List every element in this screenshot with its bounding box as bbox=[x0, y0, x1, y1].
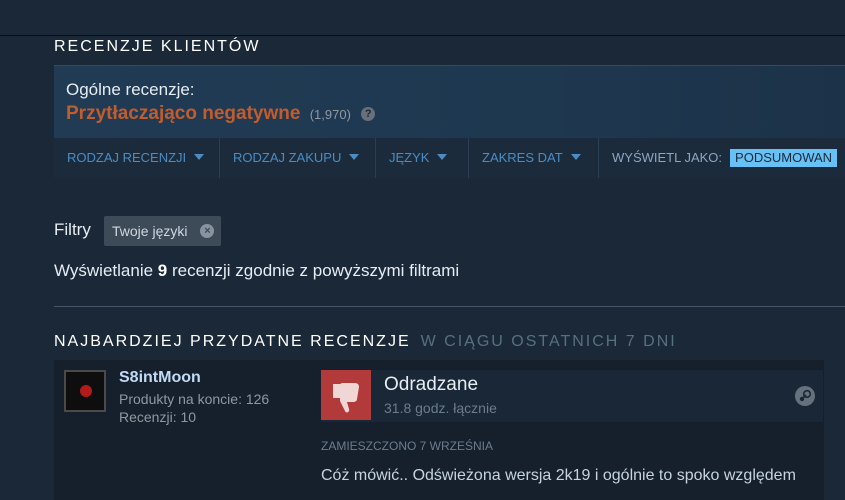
reviewer-review-count[interactable]: Recenzji: 10 bbox=[119, 409, 196, 425]
summary-rating[interactable]: Przytłaczająco negatywne (1,970) ? bbox=[66, 103, 376, 125]
filter-review-type-label: RODZAJ RECENZJI bbox=[67, 150, 187, 165]
filter-purchase-type[interactable]: RODZAJ ZAKUPU bbox=[220, 138, 376, 178]
caret-down-icon bbox=[349, 154, 360, 160]
avatar[interactable] bbox=[64, 370, 106, 412]
filter-date-range-label: ZAKRES DAT bbox=[482, 150, 563, 165]
reviewer-products[interactable]: Produkty na koncie: 126 bbox=[119, 391, 269, 407]
helpful-period: W CIĄGU OSTATNICH 7 DNI bbox=[420, 333, 677, 350]
results-count-text: Wyświetlanie 9 recenzji zgodnie z powyżs… bbox=[54, 261, 459, 281]
review-card: S8intMoon Produkty na koncie: 126 Recenz… bbox=[54, 360, 824, 500]
avatar-image bbox=[80, 385, 92, 397]
caret-down-icon bbox=[570, 154, 581, 160]
review-verdict-box[interactable]: Odradzane 31.8 godz. łącznie bbox=[321, 370, 823, 422]
results-count: 9 bbox=[157, 261, 168, 280]
rating-text[interactable]: Przytłaczająco negatywne bbox=[66, 103, 300, 124]
remove-filter-icon[interactable]: × bbox=[200, 224, 215, 238]
filter-tag-your-languages[interactable]: Twoje języki × bbox=[104, 216, 222, 246]
caret-down-icon bbox=[437, 154, 448, 160]
help-icon[interactable]: ? bbox=[361, 107, 376, 121]
results-suffix: recenzji zgodnie z powyższymi filtrami bbox=[171, 261, 460, 280]
review-summary: Ogólne recenzje: Przytłaczająco negatywn… bbox=[54, 65, 845, 138]
review-verdict: Odradzane bbox=[384, 374, 479, 395]
filter-date-range[interactable]: ZAKRES DAT bbox=[469, 138, 599, 178]
caret-down-icon bbox=[194, 154, 205, 160]
filter-tag-label: Twoje języki bbox=[112, 223, 188, 239]
filter-language-label: JĘZYK bbox=[389, 150, 430, 165]
filters-label: Filtry bbox=[54, 220, 91, 239]
display-as-label: WYŚWIETL JAKO: bbox=[612, 150, 723, 165]
filter-review-type[interactable]: RODZAJ RECENZJI bbox=[54, 138, 220, 178]
section-divider bbox=[54, 306, 845, 307]
filter-purchase-type-label: RODZAJ ZAKUPU bbox=[233, 150, 342, 165]
filter-language[interactable]: JĘZYK bbox=[376, 138, 469, 178]
section-title: RECENZJE KLIENTÓW bbox=[54, 38, 261, 55]
filter-display-as: WYŚWIETL JAKO: PODSUMOWAN bbox=[599, 138, 845, 178]
review-count: (1,970) bbox=[309, 107, 351, 122]
display-as-select[interactable]: PODSUMOWAN bbox=[730, 149, 838, 167]
review-posted-date: ZAMIESZCZONO 7 WRZEŚNIA bbox=[321, 439, 494, 453]
thumbs-down-icon bbox=[321, 370, 371, 420]
summary-label: Ogólne recenzje: bbox=[66, 80, 195, 99]
review-filter-bar: RODZAJ RECENZJI RODZAJ ZAKUPU JĘZYK ZAKR… bbox=[54, 138, 845, 178]
steam-icon bbox=[795, 386, 815, 406]
review-text: Cóż mówić.. Odświeżona wersja 2k19 i ogó… bbox=[321, 467, 796, 484]
top-separator bbox=[0, 35, 845, 36]
reviewer-name[interactable]: S8intMoon bbox=[119, 369, 201, 387]
helpful-reviews-title: NAJBARDZIEJ PRZYDATNE RECENZJE W CIĄGU OS… bbox=[54, 333, 677, 351]
review-hours: 31.8 godz. łącznie bbox=[384, 400, 497, 416]
helpful-title-text: NAJBARDZIEJ PRZYDATNE RECENZJE bbox=[54, 333, 411, 350]
results-prefix: Wyświetlanie bbox=[54, 261, 154, 280]
